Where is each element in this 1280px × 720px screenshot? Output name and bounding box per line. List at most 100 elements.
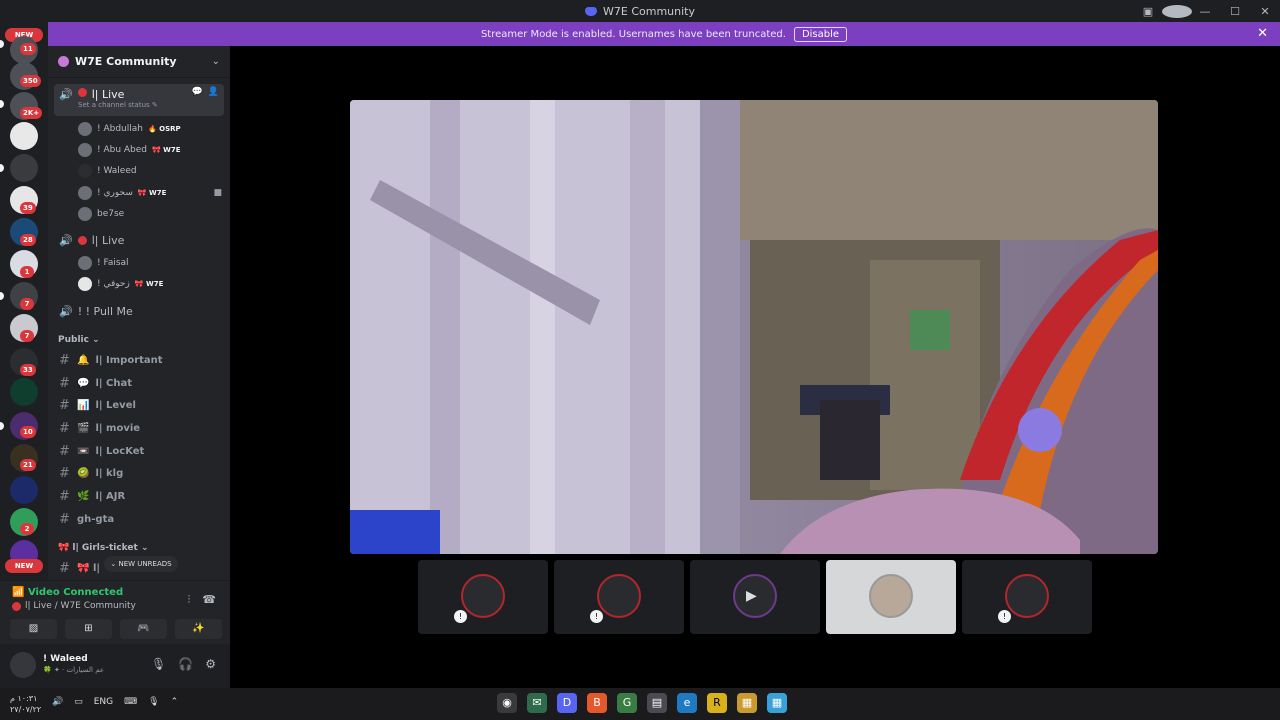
soundboard-button[interactable]: ✨ [175,619,222,639]
disconnect-icon[interactable]: ☎ [202,593,216,607]
new-unreads-button[interactable]: ⌄ NEW UNREADS [104,556,178,572]
server-icon[interactable] [10,122,38,150]
server-icon[interactable] [10,378,38,406]
network-icon[interactable]: ▭ [74,697,83,707]
settings-gear-icon[interactable]: ⚙ [205,657,216,671]
server-icon[interactable] [10,476,38,504]
channel-sidebar: W7E Community ⌄ 🔊 ا| Live Set a channel … [48,46,230,580]
main-video-stream[interactable] [350,100,1158,554]
unread-indicator [0,100,4,108]
chat-icon[interactable]: 💬 [192,87,203,97]
hash-icon: # [59,420,70,436]
title-bar: W7E Community ▣ ? — ☐ ✕ [0,0,1280,22]
participant-tile[interactable]: ▶ [690,560,820,634]
activity-button[interactable]: 🎮 [120,619,167,639]
participant-tile[interactable] [826,560,956,634]
help-button[interactable]: ? [1162,4,1192,18]
avatar [78,256,92,270]
edge-app-icon[interactable]: e [677,693,697,713]
screen-share-button[interactable]: ⊞ [65,619,112,639]
channel-emoji: 🥝 [77,467,90,479]
avatar[interactable] [10,652,36,678]
muted-icon: ! [590,610,603,623]
category-girls-ticket[interactable]: 🎀 ا| Girls-ticket ⌄ [58,543,149,553]
inbox-icon[interactable]: ▣ [1134,5,1162,18]
start-menu-icon[interactable]: ▦ [767,693,787,713]
system-tray: 🔊 ▭ ENG ⌨ 🎙 ⌃ [52,697,178,707]
voice-member[interactable]: ! Faisal [78,254,228,272]
hash-icon: # [59,443,70,459]
video-stage: ! ! ▶ ! [230,46,1280,688]
brave-app-icon[interactable]: B [587,693,607,713]
channel-status[interactable]: Set a channel status ✎ [78,101,158,109]
text-channel[interactable]: # 📊 ا| Level [54,395,224,415]
server-icon[interactable] [10,154,38,182]
microphone-icon[interactable]: 🎙 [148,697,159,707]
participant-tile[interactable]: ! [962,560,1092,634]
help-icon: ? [1162,4,1192,18]
disable-streamer-mode-button[interactable]: Disable [793,26,848,42]
voice-connection-panel: 📶 Video Connected ا| Live / W7E Communit… [0,580,230,644]
text-channel[interactable]: # 💬 ا| Chat [54,373,224,393]
user-status: 🍀 ✦ · عم السيارات [43,666,105,674]
category-public[interactable]: Public ⌄ [58,335,100,345]
headphones-icon[interactable]: 🎧 [178,657,193,671]
server-badge: 28 [20,234,36,246]
store-app-icon[interactable]: ▤ [647,693,667,713]
chrome-app-icon[interactable]: G [617,693,637,713]
new-badge-bottom[interactable]: NEW [5,559,43,573]
voice-channel-pull-me[interactable]: 🔊 ! ! Pull Me [54,301,224,321]
camera-toggle-button[interactable]: ▨ [10,619,57,639]
mail-app-icon[interactable]: ✉ [527,693,547,713]
channel-emoji: 💬 [77,377,90,389]
close-window-button[interactable]: ✕ [1250,5,1280,18]
taskbar-clock[interactable]: ١٠:٣١ م ٢٧/٠٧/٢٢ [10,693,41,715]
text-channel[interactable]: # 🥝 ا| klg [54,463,224,483]
participant-tile[interactable]: ! [554,560,684,634]
guild-header[interactable]: W7E Community ⌄ [48,46,230,78]
voice-channel-live[interactable]: 🔊 ا| Live Set a channel status ✎ 💬 👤 [54,84,224,116]
volume-icon[interactable]: 🔊 [52,697,63,707]
voice-status[interactable]: 📶 Video Connected [12,587,123,598]
text-channel[interactable]: # gh-gta [54,509,224,529]
noise-suppression-icon[interactable]: ⫶ [188,593,191,607]
language-indicator[interactable]: ENG [94,697,113,707]
voice-channel-link[interactable]: ا| Live / W7E Community [12,601,136,611]
text-channel[interactable]: # 🌿 ا| AJR [54,486,224,506]
server-badge: 2 [20,523,34,535]
microphone-icon[interactable]: 🎙 [151,657,166,671]
voice-member[interactable]: ! سحوري 🎀 W7E ■ [78,184,228,202]
chevron-up-icon[interactable]: ⌃ [171,697,179,707]
minimize-button[interactable]: — [1190,5,1220,18]
voice-member[interactable]: ! Waleed [78,162,228,180]
text-channel[interactable]: # 🔔 ا| Important [54,350,224,370]
close-banner-icon[interactable]: ✕ [1257,26,1268,41]
video-camera-icon: ■ [213,188,222,198]
keyboard-icon[interactable]: ⌨ [124,697,137,707]
file-explorer-icon[interactable]: ▦ [737,693,757,713]
discord-logo-icon [585,6,597,16]
avatar [1005,574,1049,618]
participant-tile[interactable]: ! [418,560,548,634]
voice-member[interactable]: ! زحوفي 🎀 W7E [78,275,228,293]
streamer-mode-banner: Streamer Mode is enabled. Usernames have… [48,22,1280,46]
text-channel[interactable]: # 📼 ا| LocKet [54,441,224,461]
server-badge: 2K+ [20,107,43,119]
voice-member[interactable]: ! Abu Abed 🎀 W7E [78,141,228,159]
voice-channel-live-2[interactable]: 🔊 ا| Live [54,230,224,250]
maximize-button[interactable]: ☐ [1220,5,1250,18]
invite-icon[interactable]: 👤 [208,87,219,97]
discord-app-icon[interactable]: D [557,693,577,713]
hash-icon: # [59,375,70,391]
user-controls: 🎙 🎧 ⚙ [151,657,216,671]
obs-app-icon[interactable]: ◉ [497,693,517,713]
hash-icon: # [59,352,70,368]
username[interactable]: ! Waleed [43,654,88,664]
text-channel[interactable]: # 🎬 ا| movie [54,418,224,438]
live-dot-icon [12,601,21,611]
voice-member[interactable]: be7se [78,205,228,223]
rockstar-app-icon[interactable]: R [707,693,727,713]
muted-icon: ! [998,610,1011,623]
voice-member[interactable]: ! Abdullah 🔥 OSRP [78,120,228,138]
server-badge: 350 [20,75,41,87]
